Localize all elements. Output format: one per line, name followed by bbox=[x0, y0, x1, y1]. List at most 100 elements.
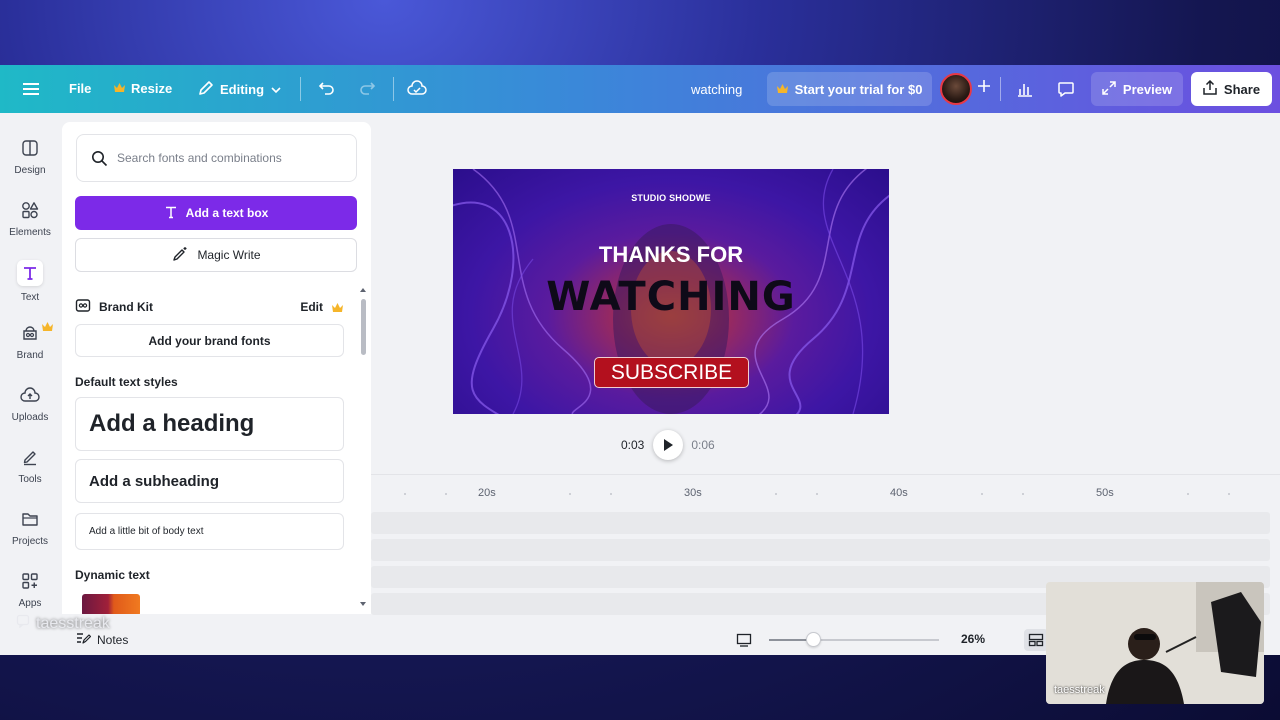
timeline-tick bbox=[610, 493, 612, 495]
brand-kit-header: Brand Kit Edit bbox=[75, 297, 345, 317]
add-text-box-button[interactable]: Add a text box bbox=[75, 196, 357, 230]
brand-kit-title: Brand Kit bbox=[99, 300, 153, 314]
search-placeholder: Search fonts and combinations bbox=[117, 151, 282, 165]
notes-icon bbox=[76, 631, 92, 648]
add-brand-fonts-label: Add your brand fonts bbox=[148, 333, 271, 348]
search-input[interactable]: Search fonts and combinations bbox=[76, 134, 357, 182]
play-button[interactable] bbox=[653, 430, 684, 460]
start-trial-button[interactable]: Start your trial for $0 bbox=[767, 72, 932, 106]
notes-button[interactable]: Notes bbox=[76, 631, 128, 648]
timeline-tick bbox=[775, 493, 777, 495]
avatar[interactable] bbox=[940, 73, 972, 105]
file-menu[interactable]: File bbox=[69, 81, 91, 96]
text-icon bbox=[17, 260, 43, 286]
rail-item-design[interactable]: Design bbox=[0, 133, 60, 189]
canvas-area: STUDIO SHODWE THANKS FOR WATCHING SUBSCR… bbox=[371, 113, 1280, 655]
play-icon bbox=[664, 439, 674, 451]
design-slide[interactable]: STUDIO SHODWE THANKS FOR WATCHING SUBSCR… bbox=[453, 169, 889, 414]
watching-text[interactable]: WATCHING bbox=[453, 274, 889, 320]
shapes-icon bbox=[19, 199, 41, 221]
panel-scrollbar[interactable] bbox=[359, 287, 367, 607]
chat-icon bbox=[16, 614, 30, 633]
dynamic-text-thumbnail[interactable] bbox=[82, 594, 140, 614]
expand-icon bbox=[1102, 80, 1116, 98]
rail-label: Projects bbox=[11, 536, 49, 547]
add-subheading-label: Add a subheading bbox=[89, 472, 220, 490]
rail-label: Text bbox=[20, 292, 40, 303]
timeline-tick bbox=[404, 493, 406, 495]
rail-label: Elements bbox=[9, 227, 51, 238]
timeline-track[interactable] bbox=[371, 539, 1270, 561]
brand-kit-edit-link[interactable]: Edit bbox=[300, 300, 323, 314]
rail-item-uploads[interactable]: Uploads bbox=[0, 380, 60, 436]
timeline-tick-label: 20s bbox=[478, 487, 496, 499]
add-brand-fonts-button[interactable]: Add your brand fonts bbox=[75, 324, 344, 357]
redo-icon[interactable] bbox=[358, 80, 376, 96]
rail-item-tools[interactable]: Tools bbox=[0, 442, 60, 498]
comment-icon[interactable] bbox=[1049, 72, 1083, 106]
page-view-icon[interactable] bbox=[736, 633, 752, 652]
zoom-slider[interactable] bbox=[769, 639, 939, 641]
current-time: 0:03 bbox=[621, 438, 645, 452]
preview-label: Preview bbox=[1122, 81, 1173, 97]
pencil-icon bbox=[198, 80, 214, 99]
stream-watermark: taesstreak bbox=[16, 614, 110, 633]
timeline-tick bbox=[816, 493, 818, 495]
share-label: Share bbox=[1223, 81, 1261, 97]
studio-name-text[interactable]: STUDIO SHODWE bbox=[453, 193, 889, 203]
preview-button[interactable]: Preview bbox=[1091, 72, 1183, 106]
rail-label: Design bbox=[14, 165, 46, 176]
insights-icon[interactable] bbox=[1008, 72, 1042, 106]
rail-item-text[interactable]: Text bbox=[0, 256, 60, 312]
timeline-track[interactable] bbox=[371, 512, 1270, 534]
timeline-tick bbox=[1228, 493, 1230, 495]
magic-write-button[interactable]: Magic Write bbox=[75, 238, 357, 272]
zoom-slider-handle[interactable] bbox=[806, 632, 822, 647]
zoom-percentage[interactable]: 26% bbox=[961, 632, 985, 646]
timeline-tick bbox=[981, 493, 983, 495]
resize-button[interactable]: Resize bbox=[114, 81, 172, 96]
top-bar: File Resize Editing watching Start your … bbox=[0, 65, 1280, 113]
timeline-tick bbox=[569, 493, 571, 495]
menu-icon[interactable] bbox=[22, 81, 40, 97]
notes-label: Notes bbox=[97, 632, 129, 647]
timeline-tick bbox=[445, 493, 447, 495]
chevron-down-icon bbox=[270, 82, 282, 97]
total-time: 0:06 bbox=[691, 438, 715, 452]
thanks-for-text[interactable]: THANKS FOR bbox=[453, 242, 889, 268]
cloud-saved-icon[interactable] bbox=[407, 80, 427, 96]
scroll-down-icon[interactable] bbox=[359, 601, 367, 607]
scroll-up-icon[interactable] bbox=[359, 287, 367, 293]
add-heading-button[interactable]: Add a heading bbox=[75, 397, 344, 451]
rail-item-brand[interactable]: Brand bbox=[0, 318, 60, 374]
add-body-text-button[interactable]: Add a little bit of body text bbox=[75, 513, 344, 550]
apps-icon bbox=[19, 570, 41, 592]
add-subheading-button[interactable]: Add a subheading bbox=[75, 459, 344, 503]
subscribe-badge[interactable]: SUBSCRIBE bbox=[594, 357, 749, 388]
rail-label: Tools bbox=[18, 474, 42, 485]
undo-icon[interactable] bbox=[318, 80, 336, 96]
divider bbox=[1000, 77, 1001, 101]
editing-mode-dropdown[interactable]: Editing bbox=[198, 80, 282, 99]
rail-item-projects[interactable]: Projects bbox=[0, 504, 60, 560]
share-button[interactable]: Share bbox=[1191, 72, 1272, 106]
left-rail: Design Elements Text Brand Uploads Tools… bbox=[0, 113, 60, 655]
timeline-tick bbox=[1022, 493, 1024, 495]
magic-pen-icon bbox=[171, 246, 189, 265]
resize-label: Resize bbox=[131, 81, 173, 96]
document-title[interactable]: watching bbox=[691, 82, 742, 97]
watermark-text: taesstreak bbox=[36, 614, 110, 632]
brand-icon bbox=[19, 322, 41, 344]
scrollbar-thumb[interactable] bbox=[361, 299, 366, 355]
add-text-box-label: Add a text box bbox=[185, 206, 269, 220]
editor-app: File Resize Editing watching Start your … bbox=[0, 65, 1280, 655]
rail-item-elements[interactable]: Elements bbox=[0, 195, 60, 251]
divider bbox=[300, 77, 301, 101]
grid-view-icon[interactable] bbox=[1024, 629, 1048, 651]
rail-label: Brand bbox=[16, 350, 44, 361]
timeline-tick-label: 30s bbox=[684, 487, 702, 499]
rail-label: Uploads bbox=[11, 412, 49, 423]
divider bbox=[393, 77, 394, 101]
pen-icon bbox=[19, 446, 41, 468]
add-collaborator-icon[interactable] bbox=[977, 79, 991, 93]
